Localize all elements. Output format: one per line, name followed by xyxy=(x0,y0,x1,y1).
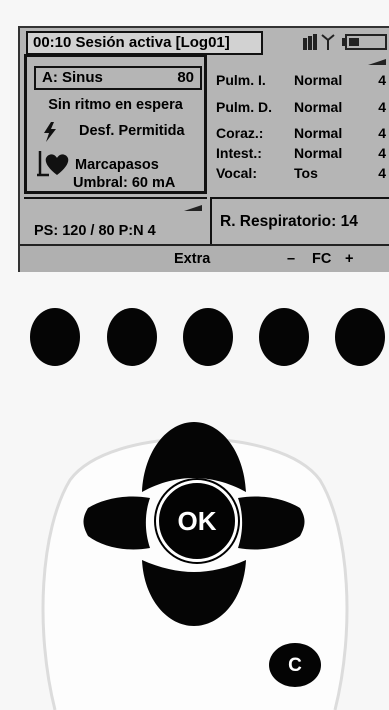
battery-icon xyxy=(342,34,387,50)
softkey-button-1[interactable] xyxy=(30,308,80,366)
lcd-screen: 00:10 Sesión activa [Log01] A: Sinus 80 … xyxy=(18,26,389,272)
blood-pressure-panel[interactable]: PS: 120 / 80 P:N 4 xyxy=(24,197,207,246)
lightning-bolt-icon xyxy=(44,122,56,142)
sounds-panel[interactable]: Pulm. I. Normal 4 Pulm. D. Normal 4 Cora… xyxy=(210,54,389,194)
softkey-bar: Extra – FC + xyxy=(20,244,389,272)
heart-pacer-icon xyxy=(37,151,69,177)
rhythm-status: Sin ritmo en espera xyxy=(48,97,183,113)
ok-button[interactable]: OK xyxy=(156,480,238,562)
softkey-button-3[interactable] xyxy=(183,308,233,366)
simulator-remote: 00:10 Sesión activa [Log01] A: Sinus 80 … xyxy=(0,0,389,710)
heart-rate-value: 80 xyxy=(177,69,194,86)
signal-level-icon xyxy=(184,205,202,211)
heart-panel[interactable]: A: Sinus 80 Sin ritmo en espera Desf. Pe… xyxy=(24,54,207,194)
softkey-plus-label: + xyxy=(345,251,354,267)
rhythm-box[interactable]: A: Sinus 80 xyxy=(34,66,202,90)
defib-status: Desf. Permitida xyxy=(79,123,185,139)
softkey-minus-label: – xyxy=(287,251,296,267)
antenna-icon xyxy=(321,34,335,50)
clear-button[interactable]: C xyxy=(269,643,321,687)
rhythm-label: A: Sinus xyxy=(42,69,103,86)
softkey-button-2[interactable] xyxy=(107,308,157,366)
blood-pressure-value: PS: 120 / 80 P:N 4 xyxy=(34,223,156,239)
respiratory-rate-value: R. Respiratorio: 14 xyxy=(220,213,358,230)
signal-level-icon xyxy=(368,59,386,65)
softkey-fc-label: FC xyxy=(312,251,332,267)
respiratory-panel[interactable]: R. Respiratorio: 14 xyxy=(210,197,389,246)
session-title: 00:10 Sesión activa [Log01] xyxy=(26,31,263,55)
signal-bars-icon xyxy=(303,34,317,50)
pacer-label: Marcapasos xyxy=(75,157,159,173)
pacer-threshold: Umbral: 60 mA xyxy=(73,175,176,191)
status-icons xyxy=(300,32,389,52)
softkey-button-5[interactable] xyxy=(335,308,385,366)
softkey-extra-label: Extra xyxy=(174,251,211,267)
softkey-button-4[interactable] xyxy=(259,308,309,366)
